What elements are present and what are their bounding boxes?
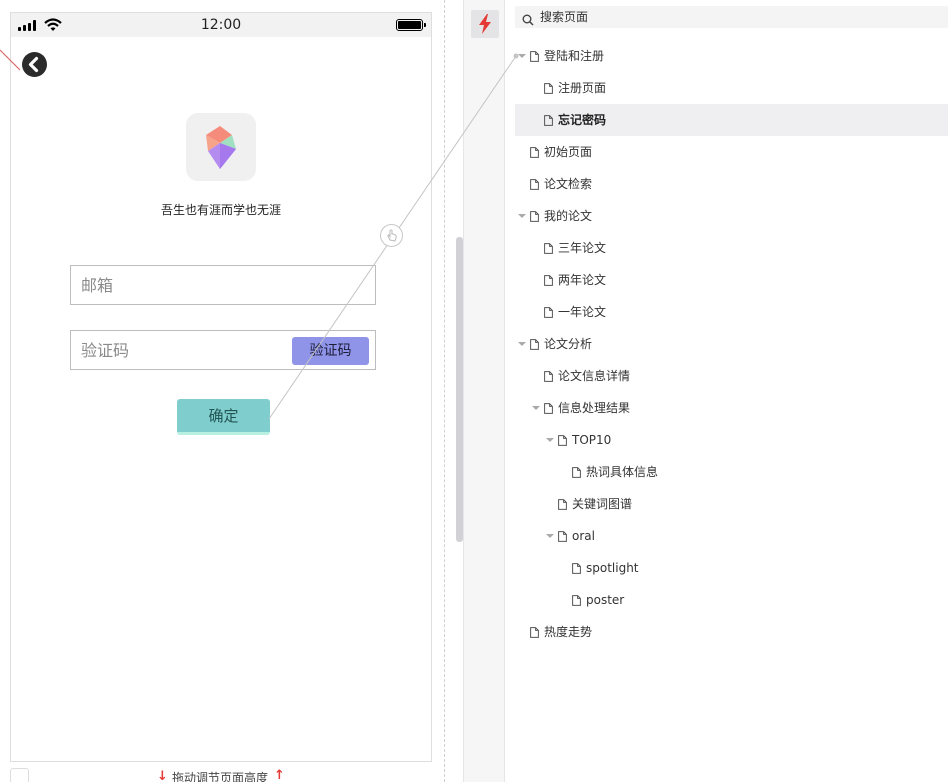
page-icon bbox=[544, 115, 553, 126]
tagline: 吾生也有涯而学也无涯 bbox=[160, 203, 281, 217]
caret-down-icon[interactable] bbox=[532, 406, 540, 410]
tree-node[interactable]: 信息处理结果 bbox=[515, 392, 948, 424]
canvas-scrollbar[interactable] bbox=[456, 237, 463, 542]
tree-node-label: 论文信息详情 bbox=[558, 369, 631, 383]
tree-node-label: 初始页面 bbox=[544, 145, 593, 159]
canvas-divider bbox=[444, 0, 445, 782]
tree-node[interactable]: oral bbox=[515, 520, 948, 552]
tree-node[interactable]: spotlight bbox=[515, 552, 948, 584]
page-icon bbox=[530, 147, 539, 158]
app-logo-icon bbox=[186, 113, 256, 181]
caret-down-icon[interactable] bbox=[518, 342, 526, 346]
tree-node[interactable]: 登陆和注册 bbox=[515, 40, 948, 72]
tree-node[interactable]: 论文分析 bbox=[515, 328, 948, 360]
caret-down-icon[interactable] bbox=[518, 214, 526, 218]
status-bar: 12:00 bbox=[11, 13, 431, 37]
tree-node-label: 论文分析 bbox=[544, 337, 593, 351]
tree-node[interactable]: 三年论文 bbox=[515, 232, 948, 264]
arrow-up-icon: ↑ bbox=[274, 768, 285, 782]
page-tree: 登陆和注册注册页面忘记密码初始页面论文检索我的论文三年论文两年论文一年论文论文分… bbox=[515, 40, 948, 648]
tree-node-label: spotlight bbox=[586, 561, 639, 575]
tree-node[interactable]: 热度走势 bbox=[515, 616, 948, 648]
page-icon bbox=[530, 51, 539, 62]
page-icon bbox=[572, 467, 581, 478]
page-icon bbox=[530, 627, 539, 638]
search-input[interactable] bbox=[540, 6, 840, 28]
tree-node[interactable]: 关键词图谱 bbox=[515, 488, 948, 520]
page-icon bbox=[544, 371, 553, 382]
tree-node-label: poster bbox=[586, 593, 625, 607]
touch-icon bbox=[380, 224, 403, 247]
caret-down-icon[interactable] bbox=[546, 534, 554, 538]
tree-node-label: 忘记密码 bbox=[558, 113, 607, 127]
tree-node-label: 热词具体信息 bbox=[586, 465, 659, 479]
tree-node[interactable]: 论文检索 bbox=[515, 168, 948, 200]
code-field[interactable]: 验证码 bbox=[70, 330, 376, 370]
page-icon bbox=[544, 307, 553, 318]
page-icon bbox=[572, 563, 581, 574]
tree-node-label: 注册页面 bbox=[558, 81, 607, 95]
side-toolbar bbox=[463, 0, 505, 782]
tree-node-label: 论文检索 bbox=[544, 177, 593, 191]
page-icon bbox=[530, 339, 539, 350]
tree-node[interactable]: TOP10 bbox=[515, 424, 948, 456]
tree-node-label: oral bbox=[572, 529, 595, 543]
prototype-editor: 12:00 吾生也有涯而学也无涯 验证码 确定 bbox=[0, 0, 948, 782]
page-icon bbox=[530, 179, 539, 190]
tree-node-label: 我的论文 bbox=[544, 209, 593, 223]
tree-node-label: 两年论文 bbox=[558, 273, 607, 287]
tree-node[interactable]: 热词具体信息 bbox=[515, 456, 948, 488]
status-time: 12:00 bbox=[200, 17, 242, 33]
tree-node[interactable]: 忘记密码 bbox=[515, 104, 948, 136]
resize-handle[interactable]: ↓ 拖动调节页面高度 ↑ bbox=[0, 764, 445, 782]
page-icon bbox=[558, 499, 567, 510]
page-icon bbox=[544, 83, 553, 94]
phone-preview: 12:00 吾生也有涯而学也无涯 验证码 确定 bbox=[10, 12, 432, 762]
code-input[interactable] bbox=[71, 331, 271, 369]
page-icon bbox=[544, 275, 553, 286]
tree-node-label: 登陆和注册 bbox=[544, 49, 605, 63]
resize-checkbox[interactable] bbox=[10, 768, 29, 782]
email-input[interactable] bbox=[71, 266, 271, 304]
battery-icon bbox=[396, 19, 426, 31]
page-icon bbox=[544, 243, 553, 254]
email-field[interactable] bbox=[70, 265, 376, 305]
page-icon bbox=[558, 435, 567, 446]
tree-node[interactable]: 两年论文 bbox=[515, 264, 948, 296]
tree-node[interactable]: poster bbox=[515, 584, 948, 616]
caret-down-icon[interactable] bbox=[518, 54, 526, 58]
page-search[interactable] bbox=[515, 6, 948, 28]
back-icon[interactable] bbox=[22, 52, 47, 77]
get-code-button[interactable]: 验证码 bbox=[292, 337, 369, 365]
caret-down-icon[interactable] bbox=[546, 438, 554, 442]
tree-node[interactable]: 一年论文 bbox=[515, 296, 948, 328]
tree-node[interactable]: 注册页面 bbox=[515, 72, 948, 104]
tree-node[interactable]: 初始页面 bbox=[515, 136, 948, 168]
bolt-icon[interactable] bbox=[471, 10, 499, 38]
page-icon bbox=[558, 531, 567, 542]
page-icon bbox=[544, 403, 553, 414]
tree-node-label: 信息处理结果 bbox=[558, 401, 631, 415]
page-icon bbox=[572, 595, 581, 606]
resize-hint: 拖动调节页面高度 bbox=[172, 771, 269, 782]
page-icon bbox=[530, 211, 539, 222]
tree-node-label: TOP10 bbox=[572, 433, 612, 447]
arrow-down-icon: ↓ bbox=[157, 769, 168, 782]
tree-node[interactable]: 我的论文 bbox=[515, 200, 948, 232]
tree-node-label: 关键词图谱 bbox=[572, 497, 633, 511]
tree-node-label: 热度走势 bbox=[544, 625, 593, 639]
tree-node-label: 一年论文 bbox=[558, 305, 607, 319]
confirm-button[interactable]: 确定 bbox=[177, 399, 270, 435]
tree-node-label: 三年论文 bbox=[558, 241, 607, 255]
tree-node[interactable]: 论文信息详情 bbox=[515, 360, 948, 392]
search-icon bbox=[522, 11, 534, 30]
